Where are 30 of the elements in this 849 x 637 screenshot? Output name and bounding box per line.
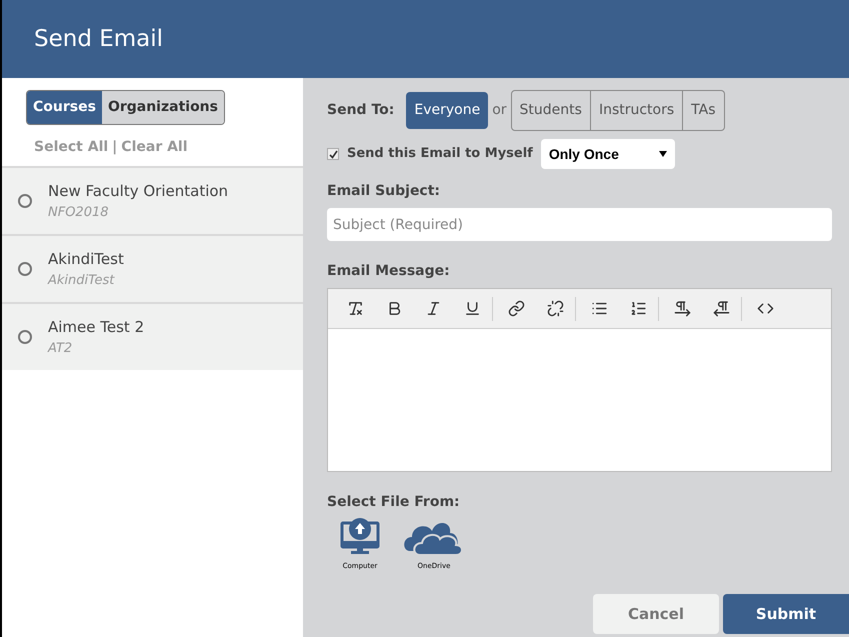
computer-upload-icon — [338, 517, 382, 557]
submit-button[interactable]: Submit — [723, 594, 849, 634]
course-name: New Faculty Orientation — [48, 181, 228, 202]
course-name: AkindiTest — [48, 249, 124, 270]
course-name: Aimee Test 2 — [48, 317, 144, 338]
radio-button[interactable] — [18, 262, 32, 276]
dialog-title: Send Email — [34, 24, 164, 54]
recipient-group-button[interactable]: Instructors — [590, 90, 684, 131]
checkbox-label: Send this Email to Myself — [347, 145, 533, 164]
radio-button[interactable] — [18, 330, 32, 344]
recipient-group-button[interactable]: TAs — [683, 90, 724, 131]
dropdown-arrow-icon — [658, 151, 667, 157]
frequency-dropdown[interactable]: Only Once — [540, 139, 675, 169]
subject-label: Email Subject: — [327, 182, 442, 201]
checkbox[interactable] — [327, 148, 339, 160]
tab[interactable]: Courses — [27, 91, 102, 124]
separator: | — [112, 138, 118, 157]
recipient-group-button[interactable]: Students — [510, 90, 591, 131]
radio-button[interactable] — [18, 194, 32, 208]
everyone-button[interactable]: Everyone — [406, 92, 488, 129]
send-to-label: Send To: — [327, 101, 394, 120]
or-text: or — [492, 101, 507, 120]
course-code: AT2 — [48, 340, 74, 358]
file-source-label: Select File From: — [327, 493, 461, 512]
course-code: AkindiTest — [48, 272, 116, 290]
subject-field[interactable]: Subject (Required) — [327, 208, 832, 241]
tab[interactable]: Organizations — [102, 91, 224, 124]
message-label: Email Message: — [327, 262, 451, 281]
cancel-button[interactable]: Cancel — [593, 594, 719, 634]
course-code: NFO2018 — [48, 204, 110, 222]
